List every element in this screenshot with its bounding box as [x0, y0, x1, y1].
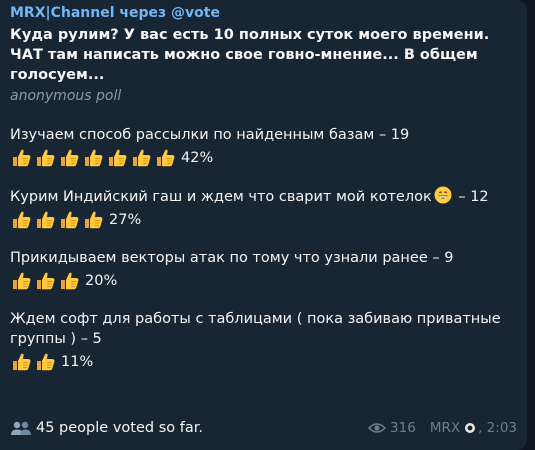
poll-option-4[interactable]: Ждем софт для работы с таблицами ( пока …	[10, 309, 517, 373]
thumbs-up-emoji	[10, 210, 32, 230]
poll-option-percent: 20%	[85, 273, 118, 289]
poll-option-1[interactable]: Изучаем способ рассылки по найденным баз…	[10, 125, 517, 169]
poll-option-2[interactable]: Курим Индийский гаш и ждем что сварит мо…	[10, 186, 517, 231]
thumbs-bar	[10, 271, 82, 291]
poll-option-percent: 27%	[109, 212, 142, 228]
thumbs-up-emoji	[58, 271, 80, 291]
poll-options: Изучаем способ рассылки по найденным баз…	[10, 125, 517, 373]
thumbs-up-emoji	[34, 352, 56, 372]
voters-summary[interactable]: 45 people voted so far.	[10, 420, 203, 436]
views-count: 316	[390, 420, 416, 436]
poll-option-percent: 11%	[61, 354, 94, 370]
thumbs-up-emoji	[58, 148, 80, 168]
thumbs-up-emoji	[82, 148, 104, 168]
thumbs-up-emoji	[34, 210, 56, 230]
eye-icon	[368, 423, 387, 433]
thumbs-up-emoji	[154, 148, 176, 168]
poll-option-text: Изучаем способ рассылки по найденным баз…	[10, 127, 410, 143]
poll-option-text: Курим Индийский гаш и ждем что сварит мо…	[10, 186, 515, 207]
poll-type-label: anonymous poll	[10, 88, 122, 104]
grinning-face-emoji	[434, 186, 452, 204]
message-footer: 45 people voted so far. 316 MRX , 2:03	[10, 417, 517, 439]
thumbs-up-emoji	[34, 148, 56, 168]
thumbs-up-emoji	[10, 271, 32, 291]
poll-message: MRX|Channel через @vote Куда рулим? У ва…	[0, 0, 527, 450]
voters-count: 45 people voted so far.	[36, 420, 203, 436]
poll-question: Куда рулим? У вас есть 10 полных суток м…	[10, 27, 490, 83]
author-name: MRX	[429, 420, 461, 436]
poll-option-percent: 42%	[181, 150, 214, 166]
poll-option-text: Прикидываем векторы атак по тому что узн…	[10, 250, 454, 266]
thumbs-up-emoji	[10, 148, 32, 168]
poll-option-text: Ждем софт для работы с таблицами ( пока …	[10, 311, 501, 347]
poll-option-result: 42%	[10, 147, 517, 169]
poll-option-result: 27%	[10, 209, 517, 231]
thumbs-up-emoji	[34, 271, 56, 291]
poll-option-count: – 12	[453, 189, 489, 205]
message-time: , 2:03	[478, 420, 517, 436]
poll-option-3[interactable]: Прикидываем векторы атак по тому что узн…	[10, 248, 517, 292]
thumbs-up-emoji	[10, 352, 32, 372]
dot-emoji	[465, 423, 476, 433]
thumbs-up-emoji	[82, 210, 104, 230]
poll-option-result: 11%	[10, 351, 517, 373]
sender-name[interactable]: MRX|Channel через @vote	[10, 4, 517, 22]
people-icon	[11, 421, 31, 435]
poll-option-result: 20%	[10, 270, 517, 292]
thumbs-bar	[10, 210, 106, 230]
thumbs-up-emoji	[130, 148, 152, 168]
thumbs-up-emoji	[58, 210, 80, 230]
thumbs-bar	[10, 148, 178, 168]
thumbs-bar	[10, 352, 58, 372]
thumbs-up-emoji	[106, 148, 128, 168]
message-meta: 316 MRX , 2:03	[368, 420, 517, 436]
poll-option-text-main: Курим Индийский гаш и ждем что сварит мо…	[10, 189, 432, 205]
